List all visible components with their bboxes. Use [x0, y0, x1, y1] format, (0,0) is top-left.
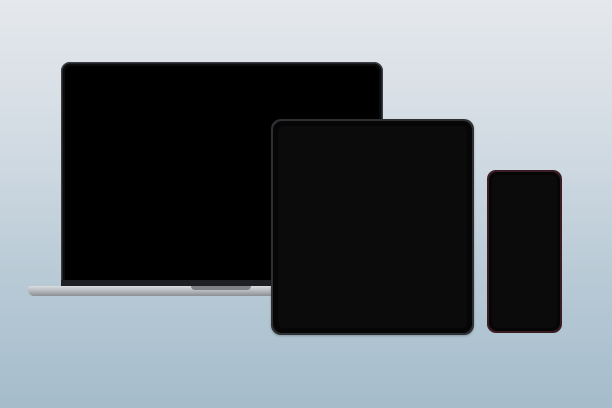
phone-screen	[492, 175, 557, 328]
tablet-screen	[278, 126, 467, 328]
laptop-icon	[28, 62, 383, 302]
tablet-bezel	[273, 121, 472, 333]
phone-bezel	[489, 172, 560, 331]
laptop-opening-notch	[191, 286, 251, 290]
tablet-icon	[271, 119, 474, 335]
phone-icon	[487, 170, 562, 333]
device-mockup-scene	[0, 0, 612, 408]
